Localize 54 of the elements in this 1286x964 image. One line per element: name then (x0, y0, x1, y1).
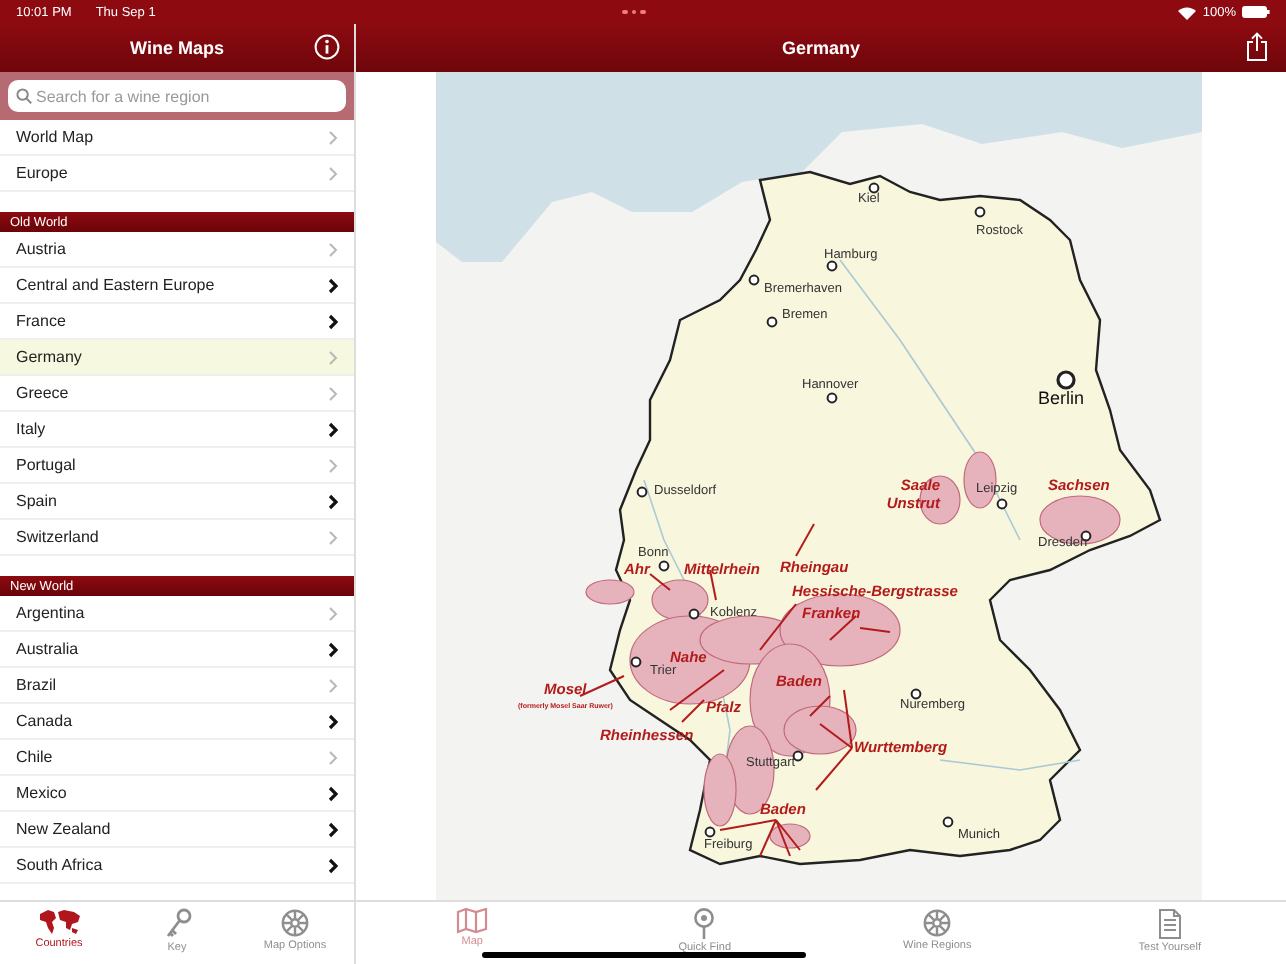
wifi-icon (1178, 5, 1197, 19)
chevron-icon (328, 385, 338, 401)
gear-icon (922, 908, 953, 938)
multitasking-dots-icon[interactable] (622, 9, 645, 15)
app-title: Wine Maps (130, 38, 224, 58)
list-item[interactable]: Portugal (0, 448, 354, 484)
chevron-icon (328, 165, 338, 181)
battery-icon (1242, 6, 1270, 18)
list-item[interactable]: Chile (0, 740, 354, 776)
list-item[interactable]: Greece (0, 376, 354, 412)
list-item[interactable]: Spain (0, 484, 354, 520)
chevron-icon (328, 129, 338, 145)
info-icon[interactable] (314, 34, 340, 60)
list-item[interactable]: Austria (0, 232, 354, 268)
share-icon[interactable] (1246, 32, 1268, 62)
chevron-icon (328, 493, 338, 509)
chevron-icon (328, 529, 338, 545)
chevron-icon (328, 349, 338, 365)
list-item[interactable]: Switzerland (0, 520, 354, 556)
list-item[interactable]: Germany (0, 340, 354, 376)
list-item[interactable]: Australia (0, 632, 354, 668)
page-title: Germany (781, 38, 861, 58)
list-item[interactable]: Europe (0, 156, 354, 192)
chevron-icon (328, 277, 338, 293)
document-icon (1157, 908, 1182, 940)
list-item[interactable]: Canada (0, 704, 354, 740)
folded-map-icon (456, 908, 489, 934)
chevron-icon (328, 421, 338, 437)
chevron-icon (328, 677, 338, 693)
list-item[interactable]: Central and Eastern Europe (0, 268, 354, 304)
search-field[interactable]: Search for a wine region (8, 80, 346, 112)
list-item[interactable]: Mexico (0, 776, 354, 812)
list-item[interactable]: World Map (0, 120, 354, 156)
gear-icon (280, 908, 310, 938)
chevron-icon (328, 821, 338, 837)
chevron-icon (328, 313, 338, 329)
chevron-icon (328, 785, 338, 801)
city-label: Berlin (1038, 388, 1085, 408)
list-item[interactable]: Argentina (0, 596, 354, 632)
search-icon (16, 88, 32, 104)
chevron-icon (328, 605, 338, 621)
chevron-icon (328, 241, 338, 257)
list-item[interactable]: Brazil (0, 668, 354, 704)
list-item[interactable]: New Zealand (0, 812, 354, 848)
key-icon (163, 908, 191, 940)
world-map-icon (37, 908, 81, 936)
pin-icon (692, 908, 717, 940)
list-item[interactable]: South Africa (0, 848, 354, 884)
chevron-icon (328, 641, 338, 657)
chevron-icon (328, 713, 338, 729)
chevron-icon (328, 457, 338, 473)
chevron-icon (328, 749, 338, 765)
list-item[interactable]: Italy (0, 412, 354, 448)
chevron-icon (328, 857, 338, 873)
